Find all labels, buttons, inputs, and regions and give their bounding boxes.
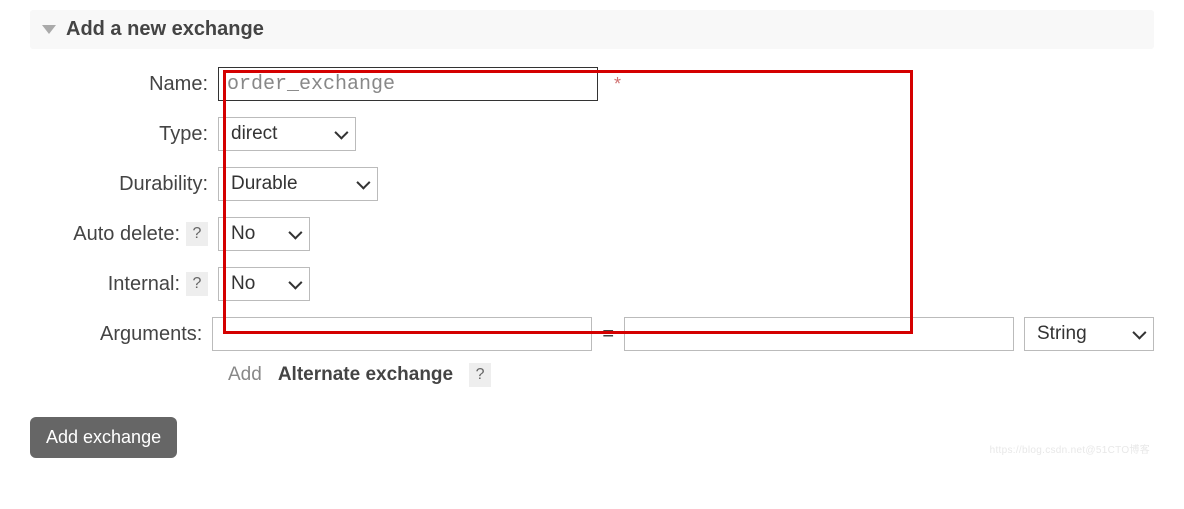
auto-delete-help-icon[interactable]: ? bbox=[186, 222, 208, 246]
type-select-value: direct bbox=[231, 123, 277, 145]
chevron-down-icon bbox=[42, 25, 56, 34]
section-title: Add a new exchange bbox=[66, 18, 264, 41]
chevron-down-icon bbox=[288, 276, 302, 290]
name-input[interactable] bbox=[218, 67, 598, 101]
auto-delete-label: Auto delete: bbox=[73, 223, 180, 246]
chevron-down-icon bbox=[288, 226, 302, 240]
argument-key-input[interactable] bbox=[212, 317, 592, 351]
arguments-label: Arguments: bbox=[30, 323, 212, 346]
alternate-exchange-shortcut[interactable]: Alternate exchange bbox=[278, 364, 453, 386]
add-exchange-button[interactable]: Add exchange bbox=[30, 417, 177, 458]
watermark-text: https://blog.csdn.net@51CTO博客 bbox=[990, 441, 1150, 456]
durability-select[interactable]: Durable bbox=[218, 167, 378, 201]
alternate-exchange-help-icon[interactable]: ? bbox=[469, 363, 491, 387]
required-marker: * bbox=[614, 74, 621, 95]
shortcuts-add-label: Add bbox=[228, 364, 262, 386]
argument-type-select-value: String bbox=[1037, 323, 1087, 345]
internal-select-value: No bbox=[231, 273, 255, 295]
internal-select[interactable]: No bbox=[218, 267, 310, 301]
auto-delete-select[interactable]: No bbox=[218, 217, 310, 251]
argument-value-input[interactable] bbox=[624, 317, 1014, 351]
durability-select-value: Durable bbox=[231, 173, 298, 195]
section-header[interactable]: Add a new exchange bbox=[30, 10, 1154, 49]
durability-label: Durability: bbox=[30, 173, 218, 196]
type-label: Type: bbox=[30, 123, 218, 146]
internal-help-icon[interactable]: ? bbox=[186, 272, 208, 296]
chevron-down-icon bbox=[356, 176, 370, 190]
argument-type-select[interactable]: String bbox=[1024, 317, 1154, 351]
equals-sign: = bbox=[602, 323, 614, 346]
type-select[interactable]: direct bbox=[218, 117, 356, 151]
internal-label: Internal: bbox=[108, 273, 180, 296]
name-label: Name: bbox=[30, 73, 218, 96]
chevron-down-icon bbox=[1132, 326, 1146, 340]
add-exchange-form: Name: * Type: direct Durability: Durable bbox=[30, 67, 1154, 458]
chevron-down-icon bbox=[334, 126, 348, 140]
auto-delete-select-value: No bbox=[231, 223, 255, 245]
